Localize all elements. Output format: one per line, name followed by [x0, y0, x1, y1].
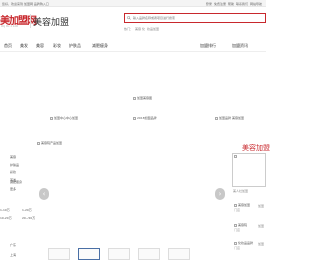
brand-item[interactable]: 美容加盟 门店 加盟: [234, 203, 266, 213]
login-link[interactable]: 登录: [206, 2, 212, 6]
carousel-prev-button[interactable]: ‹: [39, 188, 49, 200]
broken-image-icon: [234, 223, 237, 227]
banner-image: 美容院产品加盟: [37, 141, 62, 145]
category-link[interactable]: 美容: [10, 155, 16, 159]
category-link[interactable]: 减肥瘦身: [10, 180, 22, 184]
carousel-thumb-active[interactable]: [78, 248, 100, 260]
carousel-thumb[interactable]: [138, 248, 160, 260]
contact-link[interactable]: 联系我们: [236, 2, 248, 6]
register-link[interactable]: 免费注册: [214, 2, 226, 6]
price-range-tag[interactable]: 1-20万: [22, 208, 32, 212]
nav-beauty[interactable]: 美容: [36, 43, 44, 49]
carousel-thumb[interactable]: [48, 248, 70, 260]
price-link[interactable]: 1-10万: [0, 208, 10, 212]
price-range-tag[interactable]: 20~50万: [22, 216, 35, 220]
welcome-text: 您好，欢迎来到 加盟网 品牌购入口: [2, 1, 49, 6]
panel-title: 美容加盟: [242, 144, 270, 152]
nav-makeup[interactable]: 彩妆: [53, 43, 61, 49]
help-link[interactable]: 帮助: [228, 2, 234, 6]
region-link[interactable]: 上海: [10, 253, 16, 257]
hot-word[interactable]: 妆品加盟: [147, 27, 159, 31]
category-link[interactable]: 彩妆: [10, 170, 16, 174]
broken-image-icon: [234, 155, 237, 158]
search-icon: [127, 16, 131, 20]
top-bar: 您好，欢迎来到 加盟网 品牌购入口 登录 免费注册 帮助 联系我们 网站导航: [0, 0, 266, 7]
page-title: 美容加盟: [33, 18, 70, 28]
main-nav: 首页 美发 美容 彩妆 护肤品 减肥瘦身 加盟排行 加盟资讯: [0, 40, 266, 52]
banner-carousel[interactable]: 美容院产品加盟: [36, 140, 228, 252]
broken-image-icon: [133, 96, 136, 100]
carousel-thumb[interactable]: [108, 248, 130, 260]
hot-word[interactable]: 美容 化: [135, 27, 145, 31]
nav-hair[interactable]: 美发: [20, 43, 28, 49]
promo-image[interactable]: 加盟品牌 美容加盟: [215, 116, 244, 120]
region-link[interactable]: 广东: [10, 243, 16, 247]
category-link[interactable]: 护肤品: [10, 163, 19, 167]
nav-news[interactable]: 加盟资讯: [232, 43, 248, 49]
carousel-next-button[interactable]: ›: [215, 188, 225, 200]
promo-image[interactable]: 2018加盟品牌: [133, 116, 157, 120]
broken-image-icon: [215, 116, 218, 120]
site-logo[interactable]: 美加盟网 mjm.com: [0, 12, 37, 32]
panel-caption: 美人社加盟: [233, 189, 249, 193]
hot-label: 热门：: [124, 27, 134, 31]
carousel-thumbnails: [48, 248, 190, 260]
search-box[interactable]: [124, 13, 266, 23]
brand-panel: 美容加盟 美人社加盟 美容加盟 门店 加盟 美容院 门店 加盟 化妆品品牌 门店…: [232, 143, 270, 260]
carousel-thumb[interactable]: [168, 248, 190, 260]
nav-ranking[interactable]: 加盟排行: [200, 43, 216, 49]
brand-item[interactable]: 美容院 门店 加盟: [234, 223, 266, 233]
broken-image-icon: [234, 203, 237, 207]
search-input[interactable]: [125, 14, 265, 22]
site-nav-link[interactable]: 网站导航: [250, 2, 262, 6]
top-links: 登录 免费注册 帮助 联系我们 网站导航: [206, 2, 262, 6]
broken-image-icon: [133, 116, 136, 120]
broken-image-icon: [50, 116, 53, 120]
promo-image[interactable]: 加盟美容图: [133, 96, 152, 100]
broken-image-icon: [37, 141, 40, 145]
header-divider: [30, 14, 31, 28]
nav-skincare[interactable]: 护肤品: [69, 43, 81, 49]
broken-image-icon: [234, 241, 237, 245]
nav-slimming[interactable]: 减肥瘦身: [92, 43, 108, 49]
logo-domain: mjm.com: [1, 24, 19, 28]
category-link[interactable]: 更多: [10, 187, 16, 191]
brand-item[interactable]: 化妆品品牌 门店 加盟: [234, 241, 266, 251]
hot-words: 热门： 美容 化 妆品加盟: [124, 27, 159, 31]
nav-home[interactable]: 首页: [4, 43, 12, 49]
price-link[interactable]: 10-20万: [0, 216, 12, 220]
panel-image[interactable]: [232, 153, 266, 187]
promo-image[interactable]: 加盟中心中心加盟: [50, 116, 78, 120]
